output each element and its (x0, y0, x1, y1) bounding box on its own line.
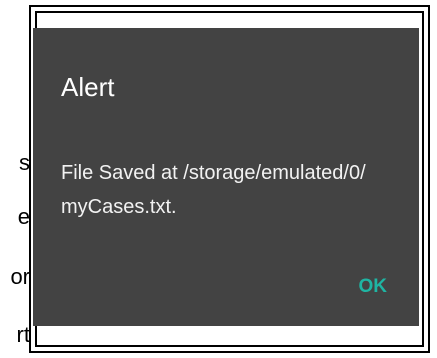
background-text-fragment: or (10, 264, 30, 289)
dialog-message: File Saved at /storage/emulated/0/ myCas… (61, 162, 366, 218)
alert-dialog: Alert File Saved at /storage/emulated/0/… (33, 28, 419, 326)
dialog-title: Alert (61, 72, 115, 102)
background-text-fragment: rt (16, 322, 30, 347)
ok-button[interactable]: OK (359, 276, 388, 298)
screenshot-stage: s e or rt Alert File Saved at /storage/e… (0, 0, 437, 358)
